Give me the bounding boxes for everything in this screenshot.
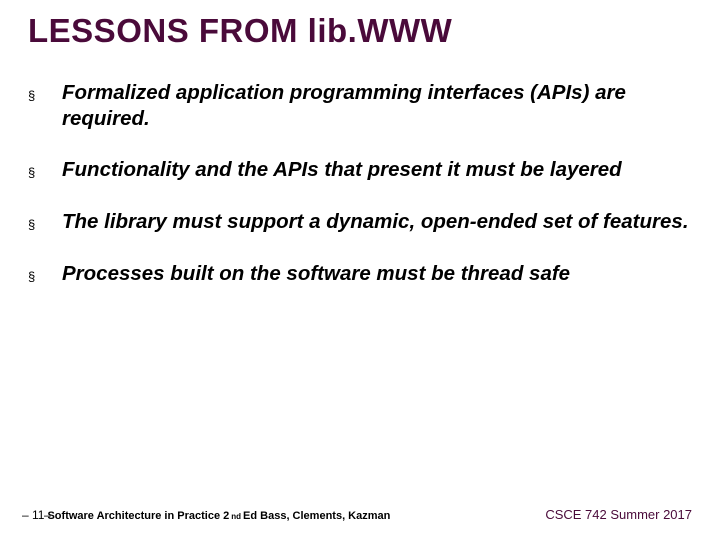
list-item: § The library must support a dynamic, op… bbox=[28, 209, 690, 235]
book-ref-part1: Software Architecture in Practice 2 bbox=[47, 510, 229, 522]
bullet-text: The library must support a dynamic, open… bbox=[62, 209, 689, 235]
list-item: § Functionality and the APIs that presen… bbox=[28, 157, 690, 183]
bullet-text: Formalized application programming inter… bbox=[62, 80, 690, 131]
page-number-prefix: – 11 bbox=[22, 508, 44, 522]
bullet-icon: § bbox=[28, 217, 36, 232]
bullet-text: Functionality and the APIs that present … bbox=[62, 157, 622, 183]
slide: LESSONS FROM lib.WWW § Formalized applic… bbox=[0, 0, 720, 540]
list-item: § Formalized application programming int… bbox=[28, 80, 690, 131]
slide-title: LESSONS FROM lib.WWW bbox=[28, 12, 700, 50]
list-item: § Processes built on the software must b… bbox=[28, 261, 690, 287]
bullet-list: § Formalized application programming int… bbox=[28, 80, 690, 312]
page-number-suffix: – bbox=[44, 508, 51, 522]
bullet-icon: § bbox=[28, 269, 36, 284]
footer-course: CSCE 742 Summer 2017 bbox=[545, 507, 692, 522]
bullet-icon: § bbox=[28, 165, 36, 180]
bullet-text: Processes built on the software must be … bbox=[62, 261, 570, 287]
bullet-icon: § bbox=[28, 88, 36, 103]
book-ref-super: nd bbox=[231, 512, 241, 521]
book-ref-part2: Ed Bass, Clements, Kazman bbox=[243, 510, 390, 522]
footer-left: – 11 Software Architecture in Practice 2… bbox=[22, 508, 390, 522]
